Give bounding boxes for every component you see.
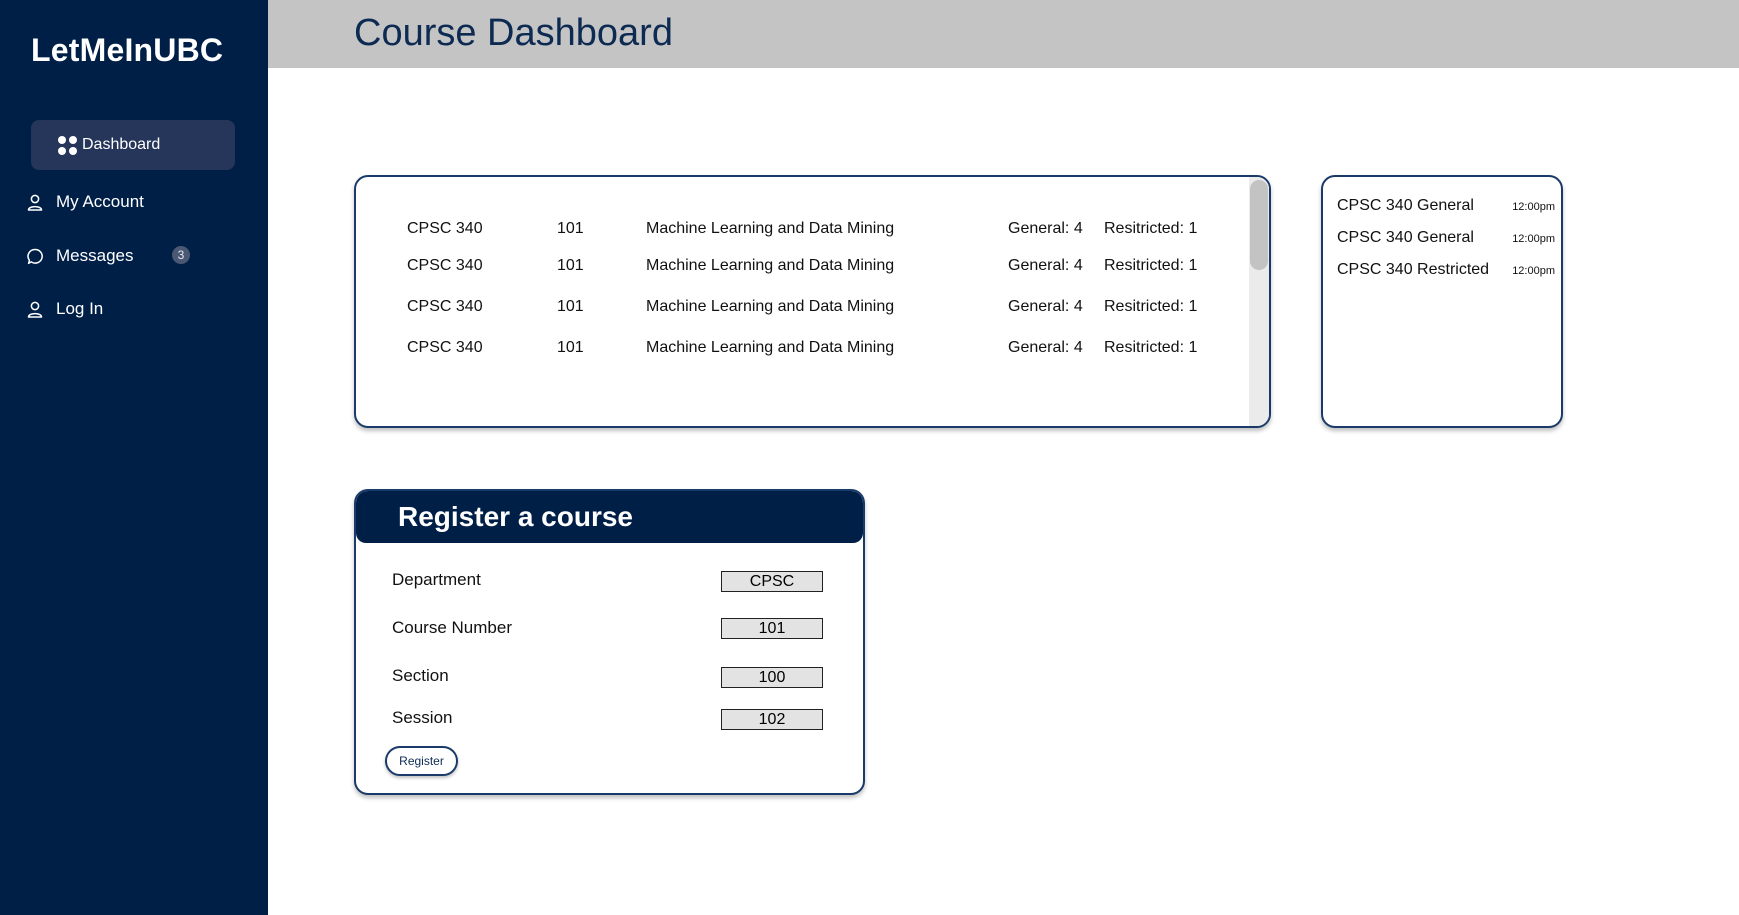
course-title: Machine Learning and Data Mining [646, 257, 895, 274]
table-row[interactable]: CPSC 340 101 Machine Learning and Data M… [356, 220, 1236, 242]
sidebar-item-label: Messages [56, 246, 134, 265]
list-item[interactable]: CPSC 340 General 12:00pm [1335, 197, 1559, 219]
course-code: CPSC 340 [407, 220, 483, 237]
course-code: CPSC 340 [407, 339, 483, 356]
restricted-seats: Resitricted: 1 [1104, 298, 1198, 315]
sidebar: LetMeInUBC Dashboard My Account Messages… [0, 0, 268, 915]
restricted-seats: Resitricted: 1 [1104, 220, 1198, 237]
register-card-header: Register a course [356, 491, 863, 543]
course-section: 101 [557, 220, 584, 237]
register-course-card: Register a course Department Course Numb… [354, 489, 865, 795]
department-field[interactable] [721, 571, 823, 592]
page-title: Course Dashboard [354, 12, 673, 54]
header-bar: Course Dashboard [268, 0, 1739, 68]
general-seats: General: 4 [1008, 339, 1083, 356]
section-field[interactable] [721, 667, 823, 688]
general-seats: General: 4 [1008, 257, 1083, 274]
general-seats: General: 4 [1008, 298, 1083, 315]
sidebar-item-dashboard[interactable]: Dashboard [31, 120, 235, 170]
sidebar-item-messages[interactable]: Messages [26, 243, 133, 269]
dashboard-dots-icon [58, 135, 77, 155]
session-label: Session [392, 708, 453, 727]
course-number-field[interactable] [721, 618, 823, 639]
restricted-seats: Resitricted: 1 [1104, 257, 1198, 274]
sidebar-item-my-account[interactable]: My Account [26, 189, 144, 215]
course-title: Machine Learning and Data Mining [646, 220, 895, 237]
general-seats: General: 4 [1008, 220, 1083, 237]
register-card-title: Register a course [398, 501, 633, 532]
user-icon [26, 300, 44, 318]
notification-label: CPSC 340 General [1337, 229, 1474, 246]
department-label: Department [392, 570, 481, 589]
course-list-scrollbar[interactable] [1249, 177, 1269, 426]
list-item[interactable]: CPSC 340 General 12:00pm [1335, 229, 1559, 251]
list-item[interactable]: CPSC 340 Restricted 12:00pm [1335, 261, 1559, 283]
section-label: Section [392, 666, 449, 685]
course-section: 101 [557, 257, 584, 274]
messages-count-badge: 3 [172, 246, 190, 264]
table-row[interactable]: CPSC 340 101 Machine Learning and Data M… [356, 257, 1236, 279]
notification-label: CPSC 340 General [1337, 197, 1474, 214]
course-code: CPSC 340 [407, 257, 483, 274]
restricted-seats: Resitricted: 1 [1104, 339, 1198, 356]
sidebar-item-label: Dashboard [82, 136, 161, 153]
course-list-panel: CPSC 340 101 Machine Learning and Data M… [354, 175, 1271, 428]
brand-logo: LetMeInUBC [31, 32, 224, 68]
table-row[interactable]: CPSC 340 101 Machine Learning and Data M… [356, 298, 1236, 320]
scrollbar-thumb[interactable] [1250, 180, 1268, 270]
register-button[interactable]: Register [385, 746, 458, 776]
course-code: CPSC 340 [407, 298, 483, 315]
user-icon [26, 193, 44, 211]
course-title: Machine Learning and Data Mining [646, 339, 895, 356]
course-section: 101 [557, 339, 584, 356]
table-row[interactable]: CPSC 340 101 Machine Learning and Data M… [356, 339, 1236, 361]
notification-time: 12:00pm [1512, 265, 1555, 277]
sidebar-item-label: My Account [56, 192, 144, 211]
course-section: 101 [557, 298, 584, 315]
notification-time: 12:00pm [1512, 201, 1555, 213]
sidebar-item-log-in[interactable]: Log In [26, 296, 103, 322]
course-number-label: Course Number [392, 618, 512, 637]
chat-bubble-icon [26, 247, 44, 265]
notifications-panel: CPSC 340 General 12:00pm CPSC 340 Genera… [1321, 175, 1563, 428]
sidebar-item-label: Log In [56, 299, 104, 318]
notification-label: CPSC 340 Restricted [1337, 261, 1490, 278]
course-title: Machine Learning and Data Mining [646, 298, 895, 315]
notification-time: 12:00pm [1512, 233, 1555, 245]
session-field[interactable] [721, 709, 823, 730]
